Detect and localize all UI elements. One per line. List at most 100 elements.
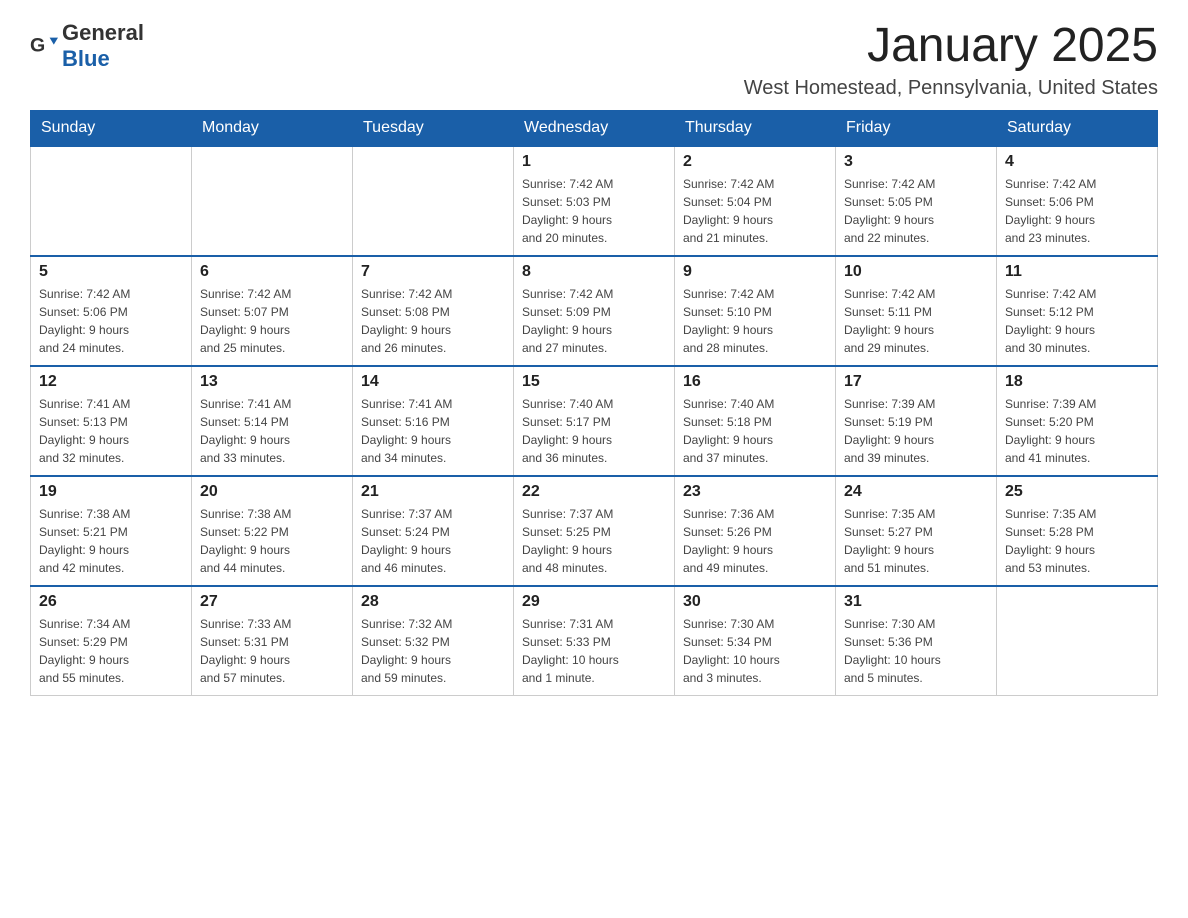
calendar-cell: 20 Sunrise: 7:38 AMSunset: 5:22 PMDayligh… [192, 476, 353, 586]
day-info: Sunrise: 7:42 AMSunset: 5:08 PMDaylight:… [361, 285, 505, 357]
logo-icon: G [30, 32, 58, 60]
calendar-cell: 30Sunrise: 7:30 AMSunset: 5:34 PMDayligh… [675, 586, 836, 696]
day-info: Sunrise: 7:42 AMSunset: 5:10 PMDaylight:… [683, 285, 827, 357]
calendar-cell: 2 Sunrise: 7:42 AMSunset: 5:04 PMDaylight… [675, 146, 836, 256]
day-number: 27 [200, 593, 344, 611]
day-info: Sunrise: 7:34 AMSunset: 5:29 PMDaylight:… [39, 615, 183, 687]
day-number: 5 [39, 263, 183, 281]
title-block: January 2025 West Homestead, Pennsylvani… [744, 20, 1158, 100]
day-number: 16 [683, 373, 827, 391]
day-number: 19 [39, 483, 183, 501]
logo-blue: Blue [62, 46, 110, 71]
calendar-cell: 6Sunrise: 7:42 AMSunset: 5:07 PMDaylight… [192, 256, 353, 366]
day-number: 18 [1005, 373, 1149, 391]
weekday-header-thursday: Thursday [675, 110, 836, 146]
calendar-cell: 8 Sunrise: 7:42 AMSunset: 5:09 PMDaylight… [514, 256, 675, 366]
day-info: Sunrise: 7:36 AMSunset: 5:26 PMDaylight:… [683, 505, 827, 577]
day-info: Sunrise: 7:30 AMSunset: 5:34 PMDaylight:… [683, 615, 827, 687]
day-number: 10 [844, 263, 988, 281]
day-info: Sunrise: 7:39 AMSunset: 5:19 PMDaylight:… [844, 395, 988, 467]
calendar-cell: 11Sunrise: 7:42 AMSunset: 5:12 PMDayligh… [997, 256, 1158, 366]
calendar-cell: 16Sunrise: 7:40 AMSunset: 5:18 PMDayligh… [675, 366, 836, 476]
calendar-cell: 22 Sunrise: 7:37 AMSunset: 5:25 PMDayligh… [514, 476, 675, 586]
calendar-cell: 4 Sunrise: 7:42 AMSunset: 5:06 PMDaylight… [997, 146, 1158, 256]
day-number: 28 [361, 593, 505, 611]
weekday-header-saturday: Saturday [997, 110, 1158, 146]
calendar-cell: 21 Sunrise: 7:37 AMSunset: 5:24 PMDayligh… [353, 476, 514, 586]
calendar-cell: 12 Sunrise: 7:41 AMSunset: 5:13 PMDayligh… [31, 366, 192, 476]
day-info: Sunrise: 7:35 AMSunset: 5:27 PMDaylight:… [844, 505, 988, 577]
weekday-header-wednesday: Wednesday [514, 110, 675, 146]
day-info: Sunrise: 7:35 AMSunset: 5:28 PMDaylight:… [1005, 505, 1149, 577]
calendar-cell [192, 146, 353, 256]
calendar-week-5: 26 Sunrise: 7:34 AMSunset: 5:29 PMDayligh… [31, 586, 1158, 696]
day-number: 21 [361, 483, 505, 501]
calendar-cell: 26 Sunrise: 7:34 AMSunset: 5:29 PMDayligh… [31, 586, 192, 696]
day-info: Sunrise: 7:38 AMSunset: 5:22 PMDaylight:… [200, 505, 344, 577]
day-number: 23 [683, 483, 827, 501]
calendar-cell: 17 Sunrise: 7:39 AMSunset: 5:19 PMDayligh… [836, 366, 997, 476]
day-number: 8 [522, 263, 666, 281]
day-info: Sunrise: 7:42 AMSunset: 5:09 PMDaylight:… [522, 285, 666, 357]
day-number: 25 [1005, 483, 1149, 501]
day-info: Sunrise: 7:42 AMSunset: 5:05 PMDaylight:… [844, 175, 988, 247]
calendar-cell: 19 Sunrise: 7:38 AMSunset: 5:21 PMDayligh… [31, 476, 192, 586]
day-number: 4 [1005, 153, 1149, 171]
day-info: Sunrise: 7:33 AMSunset: 5:31 PMDaylight:… [200, 615, 344, 687]
calendar-cell: 25 Sunrise: 7:35 AMSunset: 5:28 PMDayligh… [997, 476, 1158, 586]
calendar-week-1: 1Sunrise: 7:42 AMSunset: 5:03 PMDaylight… [31, 146, 1158, 256]
calendar-cell: 7Sunrise: 7:42 AMSunset: 5:08 PMDaylight… [353, 256, 514, 366]
day-info: Sunrise: 7:37 AMSunset: 5:24 PMDaylight:… [361, 505, 505, 577]
svg-text:G: G [30, 35, 45, 57]
day-info: Sunrise: 7:31 AMSunset: 5:33 PMDaylight:… [522, 615, 666, 687]
day-number: 14 [361, 373, 505, 391]
calendar-cell: 5 Sunrise: 7:42 AMSunset: 5:06 PMDaylight… [31, 256, 192, 366]
month-title: January 2025 [744, 20, 1158, 73]
day-number: 13 [200, 373, 344, 391]
day-info: Sunrise: 7:42 AMSunset: 5:04 PMDaylight:… [683, 175, 827, 247]
location-title: West Homestead, Pennsylvania, United Sta… [744, 77, 1158, 100]
day-number: 26 [39, 593, 183, 611]
day-number: 3 [844, 153, 988, 171]
day-number: 15 [522, 373, 666, 391]
day-number: 20 [200, 483, 344, 501]
day-number: 1 [522, 153, 666, 171]
calendar-week-3: 12 Sunrise: 7:41 AMSunset: 5:13 PMDayligh… [31, 366, 1158, 476]
calendar-cell: 3 Sunrise: 7:42 AMSunset: 5:05 PMDaylight… [836, 146, 997, 256]
day-info: Sunrise: 7:38 AMSunset: 5:21 PMDaylight:… [39, 505, 183, 577]
day-info: Sunrise: 7:41 AMSunset: 5:13 PMDaylight:… [39, 395, 183, 467]
calendar-cell: 28Sunrise: 7:32 AMSunset: 5:32 PMDayligh… [353, 586, 514, 696]
calendar-cell: 13Sunrise: 7:41 AMSunset: 5:14 PMDayligh… [192, 366, 353, 476]
calendar-table: SundayMondayTuesdayWednesdayThursdayFrid… [30, 110, 1158, 697]
day-info: Sunrise: 7:41 AMSunset: 5:16 PMDaylight:… [361, 395, 505, 467]
calendar-week-4: 19 Sunrise: 7:38 AMSunset: 5:21 PMDayligh… [31, 476, 1158, 586]
day-info: Sunrise: 7:42 AMSunset: 5:06 PMDaylight:… [39, 285, 183, 357]
calendar-cell [997, 586, 1158, 696]
day-number: 24 [844, 483, 988, 501]
day-number: 22 [522, 483, 666, 501]
day-number: 31 [844, 593, 988, 611]
day-info: Sunrise: 7:40 AMSunset: 5:17 PMDaylight:… [522, 395, 666, 467]
day-number: 17 [844, 373, 988, 391]
calendar-week-2: 5 Sunrise: 7:42 AMSunset: 5:06 PMDaylight… [31, 256, 1158, 366]
day-number: 29 [522, 593, 666, 611]
day-number: 2 [683, 153, 827, 171]
weekday-header-sunday: Sunday [31, 110, 192, 146]
calendar-cell: 29 Sunrise: 7:31 AMSunset: 5:33 PMDayligh… [514, 586, 675, 696]
calendar-cell: 31 Sunrise: 7:30 AMSunset: 5:36 PMDayligh… [836, 586, 997, 696]
calendar-cell: 23 Sunrise: 7:36 AMSunset: 5:26 PMDayligh… [675, 476, 836, 586]
logo-general: General [62, 20, 144, 45]
day-info: Sunrise: 7:42 AMSunset: 5:11 PMDaylight:… [844, 285, 988, 357]
logo-text: General Blue [62, 20, 144, 72]
day-info: Sunrise: 7:37 AMSunset: 5:25 PMDaylight:… [522, 505, 666, 577]
calendar-cell: 27 Sunrise: 7:33 AMSunset: 5:31 PMDayligh… [192, 586, 353, 696]
day-info: Sunrise: 7:42 AMSunset: 5:06 PMDaylight:… [1005, 175, 1149, 247]
day-info: Sunrise: 7:39 AMSunset: 5:20 PMDaylight:… [1005, 395, 1149, 467]
calendar-cell: 15 Sunrise: 7:40 AMSunset: 5:17 PMDayligh… [514, 366, 675, 476]
day-number: 12 [39, 373, 183, 391]
day-number: 6 [200, 263, 344, 281]
day-info: Sunrise: 7:30 AMSunset: 5:36 PMDaylight:… [844, 615, 988, 687]
logo: G General Blue [30, 20, 144, 72]
calendar-cell: 18 Sunrise: 7:39 AMSunset: 5:20 PMDayligh… [997, 366, 1158, 476]
calendar-cell: 24 Sunrise: 7:35 AMSunset: 5:27 PMDayligh… [836, 476, 997, 586]
